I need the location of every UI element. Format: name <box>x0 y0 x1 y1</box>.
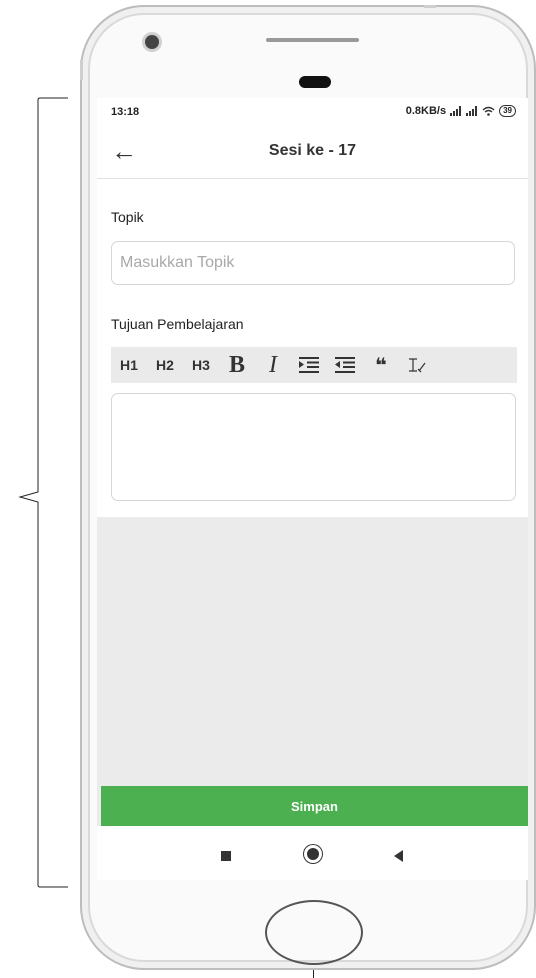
phone-top-button <box>424 5 436 8</box>
front-camera <box>145 35 159 49</box>
form-content: Topik Tujuan Pembelajaran H1 H2 H3 B I ❝ <box>97 179 528 517</box>
battery-icon: 39 <box>499 105 516 117</box>
bold-button[interactable]: B <box>219 352 255 379</box>
heading3-button[interactable]: H3 <box>183 357 219 373</box>
recent-apps-icon[interactable] <box>221 851 231 861</box>
topic-label: Topik <box>111 209 144 225</box>
phone-screen: 13:18 0.8KB/s 39 ← Sesi ke - 17 Topik Tu… <box>97 98 528 880</box>
outdent-icon[interactable] <box>327 357 363 373</box>
status-bar: 13:18 0.8KB/s 39 <box>97 98 528 126</box>
topic-input[interactable] <box>111 241 515 285</box>
physical-home-button[interactable] <box>265 900 363 965</box>
signal-icon <box>466 106 478 116</box>
heading2-button[interactable]: H2 <box>147 357 183 373</box>
back-icon[interactable] <box>394 850 403 862</box>
signal-icon <box>450 106 462 116</box>
android-nav-bar <box>97 826 528 880</box>
wifi-icon <box>482 106 495 116</box>
italic-button[interactable]: I <box>255 352 291 379</box>
network-speed: 0.8KB/s <box>405 105 447 117</box>
phone-speaker <box>266 38 359 42</box>
editor-toolbar: H1 H2 H3 B I ❝ <box>111 347 517 383</box>
phone-sensor <box>299 76 331 88</box>
app-bar: ← Sesi ke - 17 <box>97 126 528 179</box>
indent-icon[interactable] <box>291 357 327 373</box>
status-time: 13:18 <box>111 106 140 118</box>
objective-editor[interactable] <box>111 393 516 501</box>
status-right: 0.8KB/s 39 <box>406 105 516 117</box>
home-icon[interactable] <box>307 848 319 860</box>
annotation-bracket <box>18 97 68 888</box>
save-button[interactable]: Simpan <box>101 786 528 826</box>
phone-side-button <box>80 60 83 80</box>
quote-icon[interactable]: ❝ <box>363 353 399 378</box>
heading1-button[interactable]: H1 <box>111 357 147 373</box>
page-title: Sesi ke - 17 <box>268 142 357 159</box>
clear-format-icon[interactable] <box>399 357 435 373</box>
objective-label: Tujuan Pembelajaran <box>111 316 244 332</box>
